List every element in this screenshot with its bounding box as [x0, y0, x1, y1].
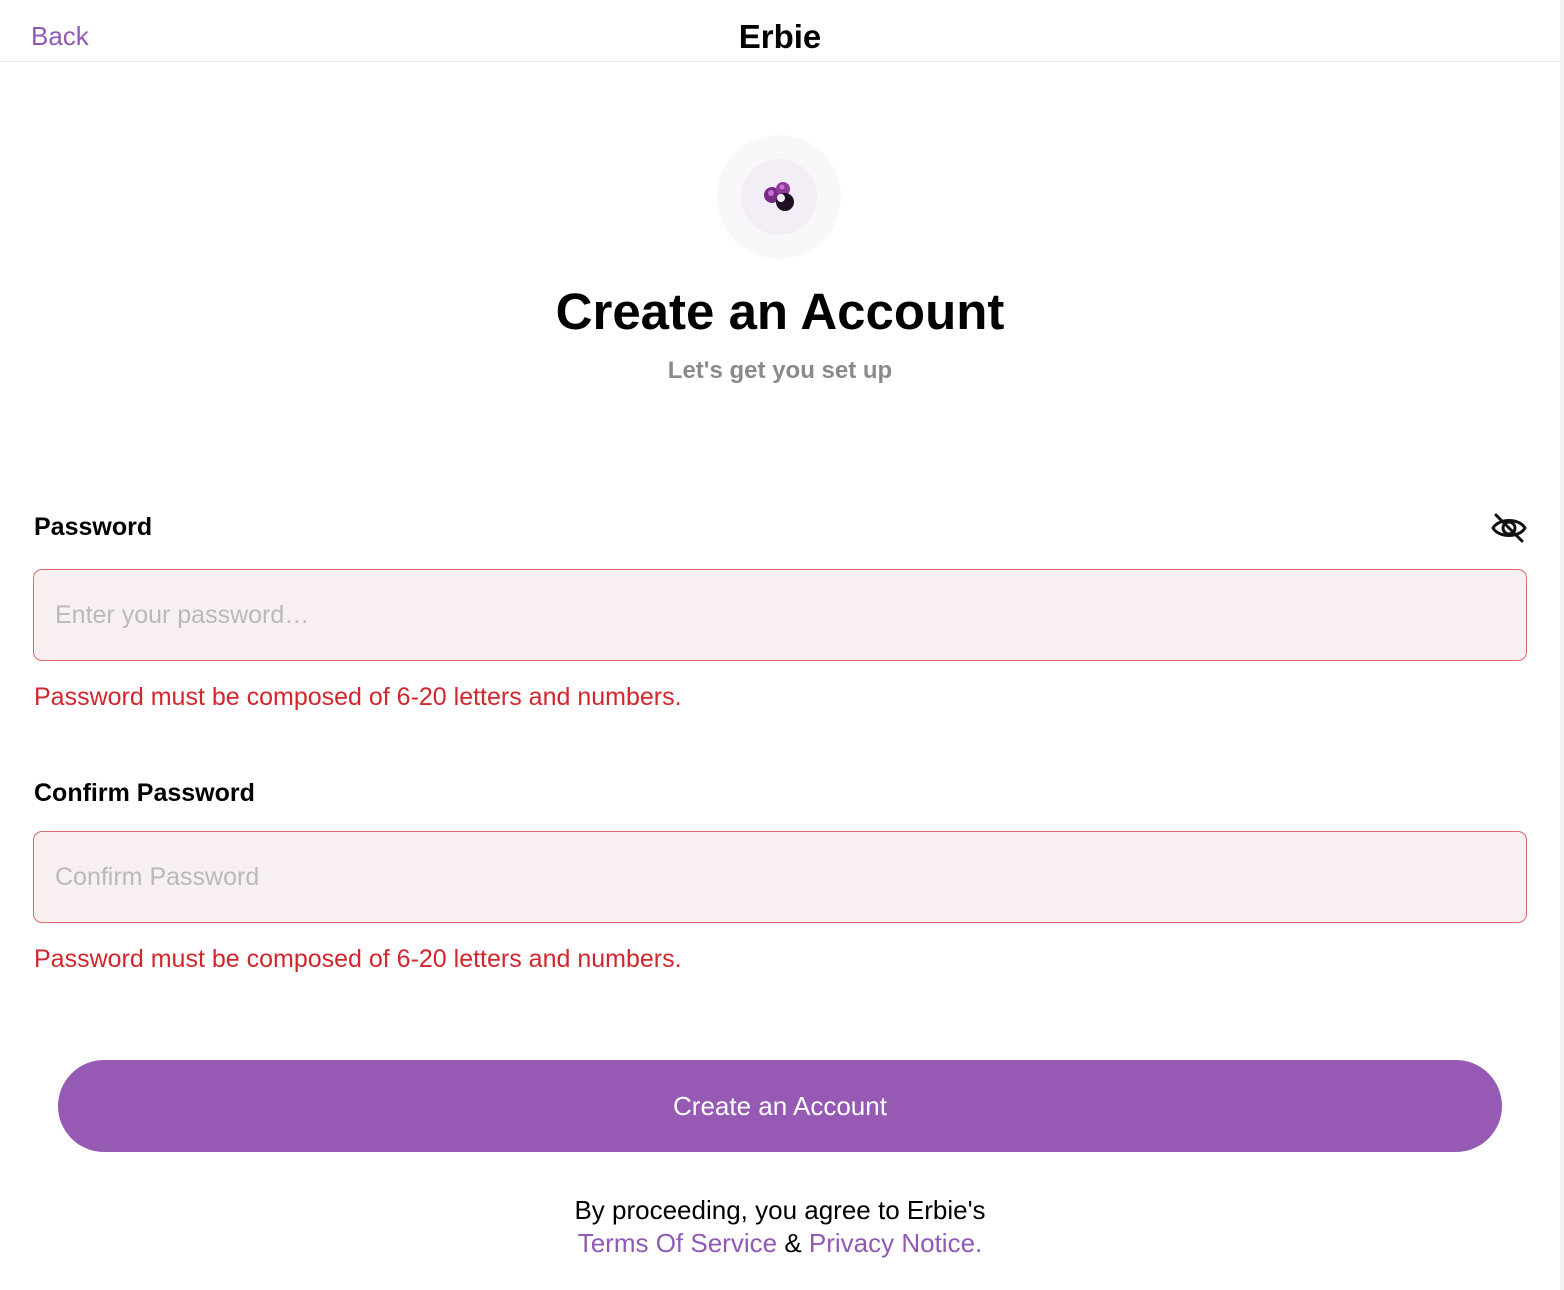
logo-badge-inner: [741, 159, 817, 235]
top-nav-bar: Back Erbie: [0, 0, 1560, 62]
terms-of-service-link[interactable]: Terms Of Service: [578, 1228, 777, 1258]
erbie-logo-icon: [764, 182, 794, 211]
legal-links: Terms Of Service & Privacy Notice.: [0, 1228, 1560, 1259]
privacy-notice-link[interactable]: Privacy Notice.: [809, 1228, 982, 1258]
scrollbar-track: [1560, 0, 1564, 1290]
eye-slash-icon: [1491, 513, 1527, 543]
logo-badge: [717, 135, 841, 259]
legal-intro: By proceeding, you agree to Erbie's: [574, 1195, 986, 1225]
password-input[interactable]: [33, 569, 1527, 661]
confirm-password-error-message: Password must be composed of 6-20 letter…: [34, 945, 682, 973]
password-label: Password: [34, 513, 153, 541]
page-title: Create an Account: [555, 283, 1005, 340]
password-visibility-toggle[interactable]: [1490, 510, 1528, 546]
create-account-page: Back Erbie Create an Account Let's get y…: [0, 0, 1564, 1290]
confirm-password-input[interactable]: [33, 831, 1527, 923]
create-account-button[interactable]: Create an Account: [58, 1060, 1502, 1152]
app-title: Erbie: [738, 18, 822, 55]
password-error-message: Password must be composed of 6-20 letter…: [34, 683, 682, 711]
page-subtitle: Let's get you set up: [667, 357, 893, 384]
legal-separator: &: [784, 1228, 809, 1258]
confirm-password-label: Confirm Password: [34, 779, 255, 807]
